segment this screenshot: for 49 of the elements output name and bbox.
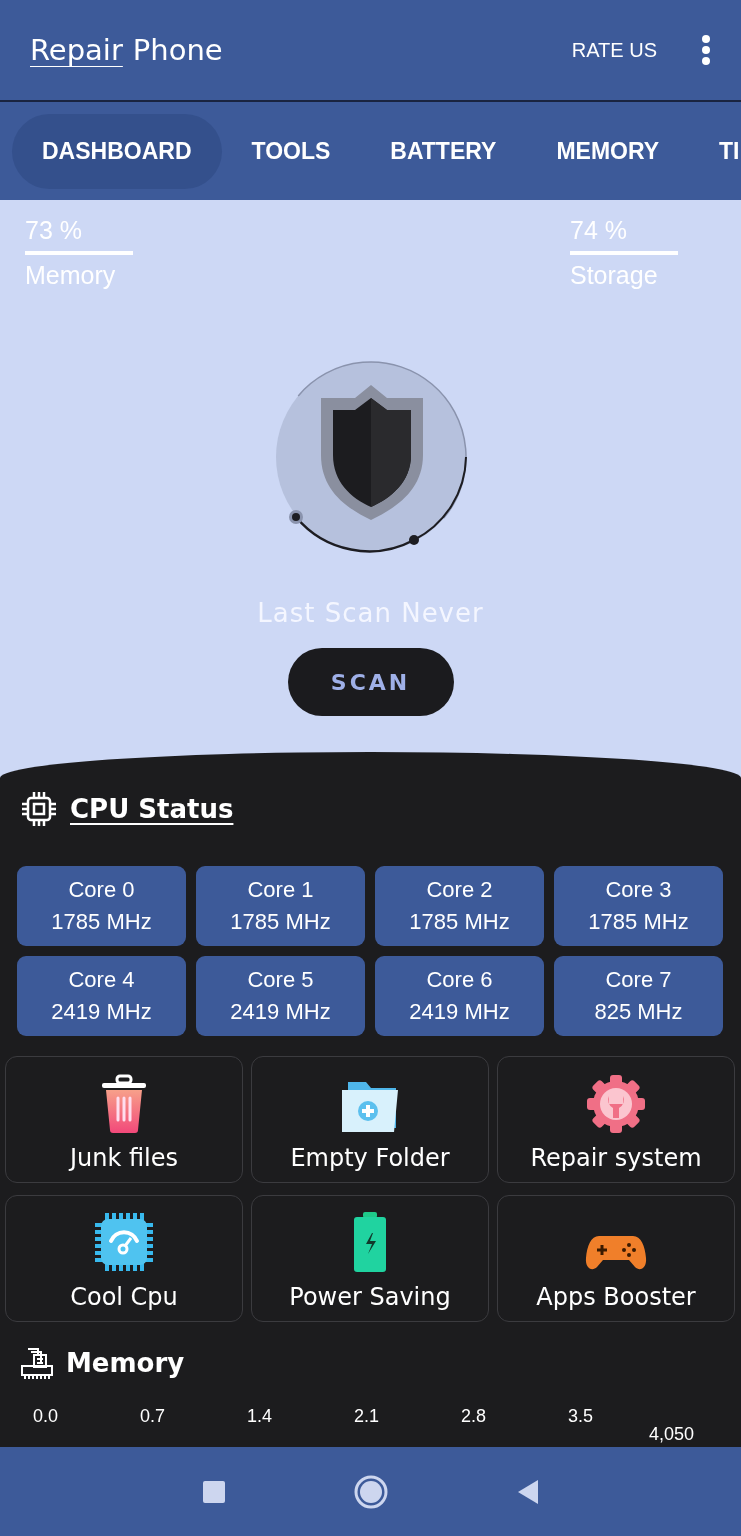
memory-chip-icon [20,1346,54,1380]
axis-tick-label: 1.4 [247,1406,273,1427]
core-name: Core 2 [426,877,493,903]
core-frequency: 1785 MHz [51,909,152,935]
tab[interactable]: TI [689,113,741,189]
app-title-link[interactable]: Repair [30,33,123,67]
cpu-chip-icon [20,790,58,828]
core-name: Core 7 [605,967,672,993]
core-frequency: 825 MHz [594,999,683,1025]
scan-button[interactable]: SCAN [287,648,454,716]
tool-button[interactable]: Junk files [5,1056,243,1183]
trash-can-icon [100,1074,148,1134]
axis-tick-label: 3.5 [568,1406,594,1427]
tab[interactable]: TOOLS [221,113,361,189]
core-frequency: 2419 MHz [230,999,331,1025]
core-frequency: 1785 MHz [230,909,331,935]
axis-tick-label: 0.7 [140,1406,166,1427]
core-name: Core 6 [426,967,493,993]
tool-button[interactable]: Empty Folder [251,1056,489,1183]
rate-us-button[interactable]: RATE US [571,38,657,62]
core-frequency: 1785 MHz [588,909,689,935]
cpu-status-title[interactable]: CPU Status [70,794,234,824]
axis-end-label: 4,050 [649,1424,695,1445]
tool-button[interactable]: Power Saving [251,1195,489,1322]
tool-button[interactable]: Apps Booster [497,1195,735,1322]
core-name: Core 5 [247,967,314,993]
tool-button[interactable]: Cool Cpu [5,1195,243,1322]
core-name: Core 4 [68,967,135,993]
core-frequency: 2419 MHz [51,999,152,1025]
battery-charging-icon [353,1211,387,1273]
axis-tick-label: 0.0 [33,1406,59,1427]
tab[interactable]: MEMORY [526,113,690,189]
cpu-gauge-icon [93,1211,155,1273]
core-frequency: 1785 MHz [409,909,510,935]
axis-tick-label: 2.1 [354,1406,380,1427]
core-name: Core 0 [68,877,135,903]
memory-title: Memory [66,1348,185,1378]
core-name: Core 1 [247,877,314,903]
tab[interactable]: DASHBOARD [12,113,222,189]
gear-wrench-icon [586,1074,646,1134]
tool-button[interactable]: Repair system [497,1056,735,1183]
core-frequency: 2419 MHz [409,999,510,1025]
recents-icon[interactable] [201,1479,226,1504]
axis-tick-label: 2.8 [461,1406,487,1427]
more-menu-icon[interactable] [701,34,711,66]
core-name: Core 3 [605,877,672,903]
tab[interactable]: BATTERY [360,113,527,189]
home-icon[interactable] [353,1474,388,1509]
app-title: Phone [132,33,223,67]
